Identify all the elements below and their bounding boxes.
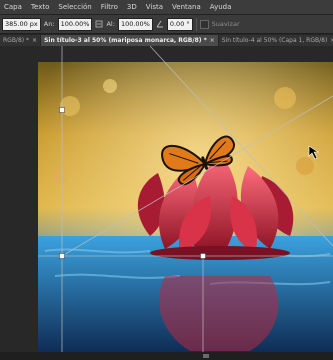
handle-bottom-center[interactable]	[200, 253, 206, 259]
smooth-option[interactable]: Suavizar	[199, 19, 240, 29]
divider	[195, 17, 197, 31]
angle-icon	[156, 20, 163, 28]
smooth-checkbox[interactable]	[199, 19, 209, 29]
smooth-label: Suavizar	[211, 20, 240, 28]
angle-field[interactable]: 0.00 °	[166, 17, 193, 31]
x-position-field[interactable]: 385.00 px	[2, 17, 41, 31]
height-field[interactable]: 100.00%	[117, 17, 153, 31]
tab-label: Sin título-4 al 50% (Capa 1, RGB/8)	[221, 37, 328, 44]
swap-icon[interactable]	[95, 20, 103, 28]
document-tabs: RGB/8) * × Sin título-3 al 50% (mariposa…	[0, 34, 333, 46]
canvas-artwork[interactable]	[0, 46, 333, 352]
menu-ventana[interactable]: Ventana	[172, 3, 201, 11]
horizontal-scrollbar[interactable]	[0, 352, 333, 360]
close-icon[interactable]: ×	[210, 35, 215, 46]
menu-filtro[interactable]: Filtro	[101, 3, 118, 11]
transform-options-bar: 385.00 px An: 100.00% Al: 100.00% 0.00 °…	[0, 15, 333, 34]
tab-active-document[interactable]: Sin título-3 al 50% (mariposa monarca, R…	[41, 35, 218, 46]
tab-previous-document[interactable]: RGB/8) * ×	[0, 35, 41, 46]
handle-left-bottom[interactable]	[59, 253, 65, 259]
width-label: An:	[43, 20, 55, 28]
angle-value: 0.00	[169, 19, 185, 28]
canvas-workspace[interactable]	[0, 46, 333, 352]
scrollbar-thumb[interactable]	[203, 354, 209, 358]
menu-capa[interactable]: Capa	[4, 3, 22, 11]
menu-vista[interactable]: Vista	[146, 3, 163, 11]
angle-unit: °	[186, 19, 190, 28]
tab-label: RGB/8) *	[3, 37, 30, 44]
tab-third-document[interactable]: Sin título-4 al 50% (Capa 1, RGB/8) ×	[218, 35, 333, 46]
tab-label: Sin título-3 al 50% (mariposa monarca, R…	[44, 37, 207, 44]
handle-left-top[interactable]	[59, 107, 65, 113]
menu-bar: Capa Texto Selección Filtro 3D Vista Ven…	[0, 0, 333, 15]
menu-ayuda[interactable]: Ayuda	[210, 3, 232, 11]
menu-3d[interactable]: 3D	[127, 3, 137, 11]
flower-reflection	[159, 276, 279, 351]
width-field[interactable]: 100.00%	[57, 17, 93, 31]
close-icon[interactable]: ×	[32, 35, 37, 46]
menu-texto[interactable]: Texto	[31, 3, 49, 11]
menu-seleccion[interactable]: Selección	[58, 3, 91, 11]
height-label: Al:	[106, 20, 115, 28]
